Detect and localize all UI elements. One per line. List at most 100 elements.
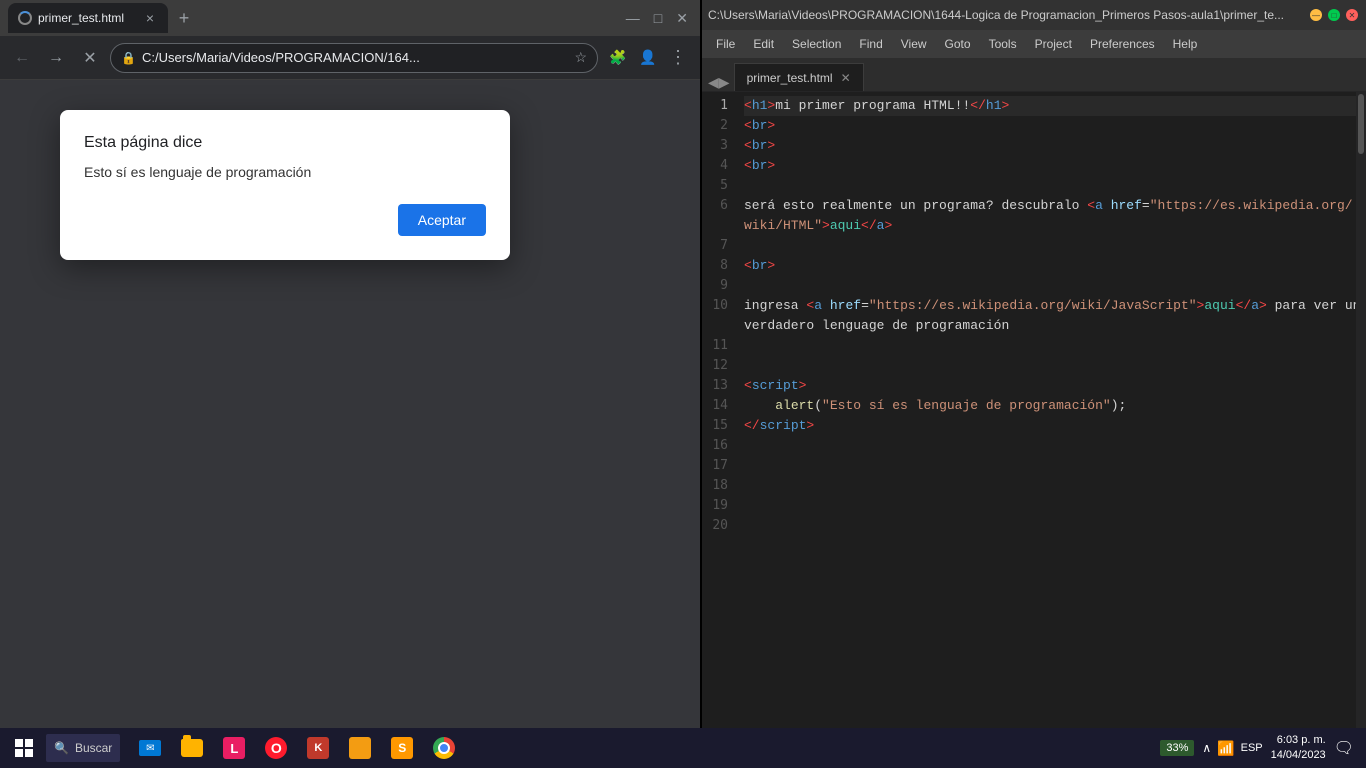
taskbar-app-folder[interactable]: [172, 728, 212, 768]
menu-preferences[interactable]: Preferences: [1082, 35, 1163, 53]
address-bar[interactable]: 🔒 C:/Users/Maria/Videos/PROGRAMACION/164…: [110, 43, 598, 73]
line-num-12: 12: [712, 356, 728, 376]
chevron-up-icon[interactable]: ∧: [1202, 741, 1211, 755]
tab-close-button[interactable]: ×: [142, 10, 158, 26]
browser-tab[interactable]: primer_test.html ×: [8, 3, 168, 33]
tab-title: primer_test.html: [38, 11, 136, 25]
line-num-2: 2: [720, 116, 728, 136]
opera-icon: O: [265, 737, 287, 759]
line-num-17: 17: [712, 456, 728, 476]
browser-content: Esta página dice Esto sí es lenguaje de …: [0, 80, 700, 768]
taskbar-app-lens[interactable]: L: [214, 728, 254, 768]
editor-tab-primer[interactable]: primer_test.html ✕: [734, 63, 864, 91]
menu-edit[interactable]: Edit: [745, 35, 782, 53]
taskbar-app-opera[interactable]: O: [256, 728, 296, 768]
maximize-button[interactable]: □: [650, 10, 666, 27]
menu-selection[interactable]: Selection: [784, 35, 849, 53]
start-button[interactable]: [4, 728, 44, 768]
line-num-19: 19: [712, 496, 728, 516]
klack-icon: K: [307, 737, 329, 759]
menu-file[interactable]: File: [708, 35, 743, 53]
battery-indicator: 33%: [1160, 740, 1194, 756]
back-button[interactable]: ←: [8, 44, 36, 72]
new-tab-button[interactable]: +: [172, 6, 196, 30]
notification-center-button[interactable]: 🗨: [1334, 738, 1354, 758]
code-content[interactable]: <h1>mi primer programa HTML!!</h1> <br> …: [736, 92, 1366, 746]
taskbar-app-mail[interactable]: ✉: [130, 728, 170, 768]
line-num-13: 13: [712, 376, 728, 396]
code-line-12: [744, 356, 1358, 376]
tab-nav-right-icon[interactable]: ▶: [719, 74, 730, 91]
line-num-14: 14: [712, 396, 728, 416]
bookmark-icon[interactable]: ☆: [574, 49, 587, 66]
menu-tools[interactable]: Tools: [981, 35, 1025, 53]
sublime-text-icon: S: [391, 737, 413, 759]
alert-dialog: Esta página dice Esto sí es lenguaje de …: [60, 110, 510, 260]
system-tray-icons: ∧ 📶 ESP: [1202, 740, 1262, 757]
line-num-7: 7: [720, 236, 728, 256]
alert-accept-button[interactable]: Aceptar: [398, 204, 486, 236]
minimize-button[interactable]: —: [622, 10, 644, 27]
line-num-8: 8: [720, 256, 728, 276]
windows-logo-icon: [15, 739, 33, 757]
menu-find[interactable]: Find: [851, 35, 890, 53]
code-line-15: </script>: [744, 416, 1358, 436]
menu-project[interactable]: Project: [1027, 35, 1080, 53]
reload-button[interactable]: ✕: [76, 44, 104, 72]
address-lock-icon: 🔒: [121, 51, 136, 65]
editor-maximize-button[interactable]: □: [1328, 9, 1340, 21]
code-line-14: alert("Esto sí es lenguaje de programaci…: [744, 396, 1358, 416]
extensions-button[interactable]: 🧩: [604, 44, 632, 72]
folder-icon: [181, 739, 203, 757]
line-num-15: 15: [712, 416, 728, 436]
code-line-7: [744, 236, 1358, 256]
alert-title: Esta página dice: [84, 134, 486, 152]
code-line-19: [744, 496, 1358, 516]
code-line-8: <br>: [744, 256, 1358, 276]
taskbar-app-klack[interactable]: K: [298, 728, 338, 768]
menu-goto[interactable]: Goto: [937, 35, 979, 53]
line-num-3: 3: [720, 136, 728, 156]
code-line-3: <br>: [744, 136, 1358, 156]
lens-icon: L: [223, 737, 245, 759]
editor-titlebar-text: C:\Users\Maria\Videos\PROGRAMACION\1644-…: [708, 8, 1302, 22]
editor-minimize-button[interactable]: —: [1310, 9, 1322, 21]
code-line-5: [744, 176, 1358, 196]
tab-nav-left-icon[interactable]: ◀: [708, 74, 719, 91]
editor-tab-close-button[interactable]: ✕: [841, 71, 851, 85]
line-num-1: 1: [720, 96, 728, 116]
code-line-16: [744, 436, 1358, 456]
editor-close-button[interactable]: ✕: [1346, 9, 1358, 21]
code-line-17: [744, 456, 1358, 476]
profile-button[interactable]: 👤: [634, 44, 662, 72]
line-num-6: 6: [720, 196, 728, 216]
editor-titlebar: C:\Users\Maria\Videos\PROGRAMACION\1644-…: [700, 0, 1366, 30]
browser-titlebar: primer_test.html × + — □ ✕: [0, 0, 700, 36]
window-controls: — □ ✕: [622, 10, 692, 27]
code-line-11: [744, 336, 1358, 356]
forward-button[interactable]: →: [42, 44, 70, 72]
code-area[interactable]: 1 2 3 4 5 6 6 7 8 9 10 10 11 12 13 14 15…: [700, 92, 1366, 746]
taskbar-app-sublime[interactable]: S: [382, 728, 422, 768]
line-num-18: 18: [712, 476, 728, 496]
taskbar-search-icon: 🔍: [54, 741, 69, 755]
editor-win-controls: — □ ✕: [1310, 9, 1358, 21]
address-text: C:/Users/Maria/Videos/PROGRAMACION/164..…: [142, 50, 568, 65]
line-num-10: 10: [712, 296, 728, 316]
editor-scrollbar-thumb[interactable]: [1358, 94, 1364, 154]
line-numbers: 1 2 3 4 5 6 6 7 8 9 10 10 11 12 13 14 15…: [700, 92, 736, 746]
taskbar-search-box[interactable]: 🔍 Buscar: [46, 734, 120, 762]
taskbar-app-yellow[interactable]: [340, 728, 380, 768]
taskbar-clock: 6:03 p. m. 14/04/2023: [1271, 733, 1326, 764]
editor-scrollbar[interactable]: [1356, 92, 1366, 746]
menu-view[interactable]: View: [893, 35, 935, 53]
line-num-4: 4: [720, 156, 728, 176]
taskbar-date-text: 14/04/2023: [1271, 748, 1326, 763]
tab-nav-arrows[interactable]: ◀ ▶: [704, 74, 734, 91]
yellow-app-icon: [349, 737, 371, 759]
menu-button[interactable]: ⋮: [664, 44, 692, 72]
close-window-button[interactable]: ✕: [672, 10, 692, 27]
mail-icon: ✉: [139, 740, 161, 756]
menu-help[interactable]: Help: [1165, 35, 1206, 53]
taskbar-app-chrome[interactable]: [424, 728, 464, 768]
